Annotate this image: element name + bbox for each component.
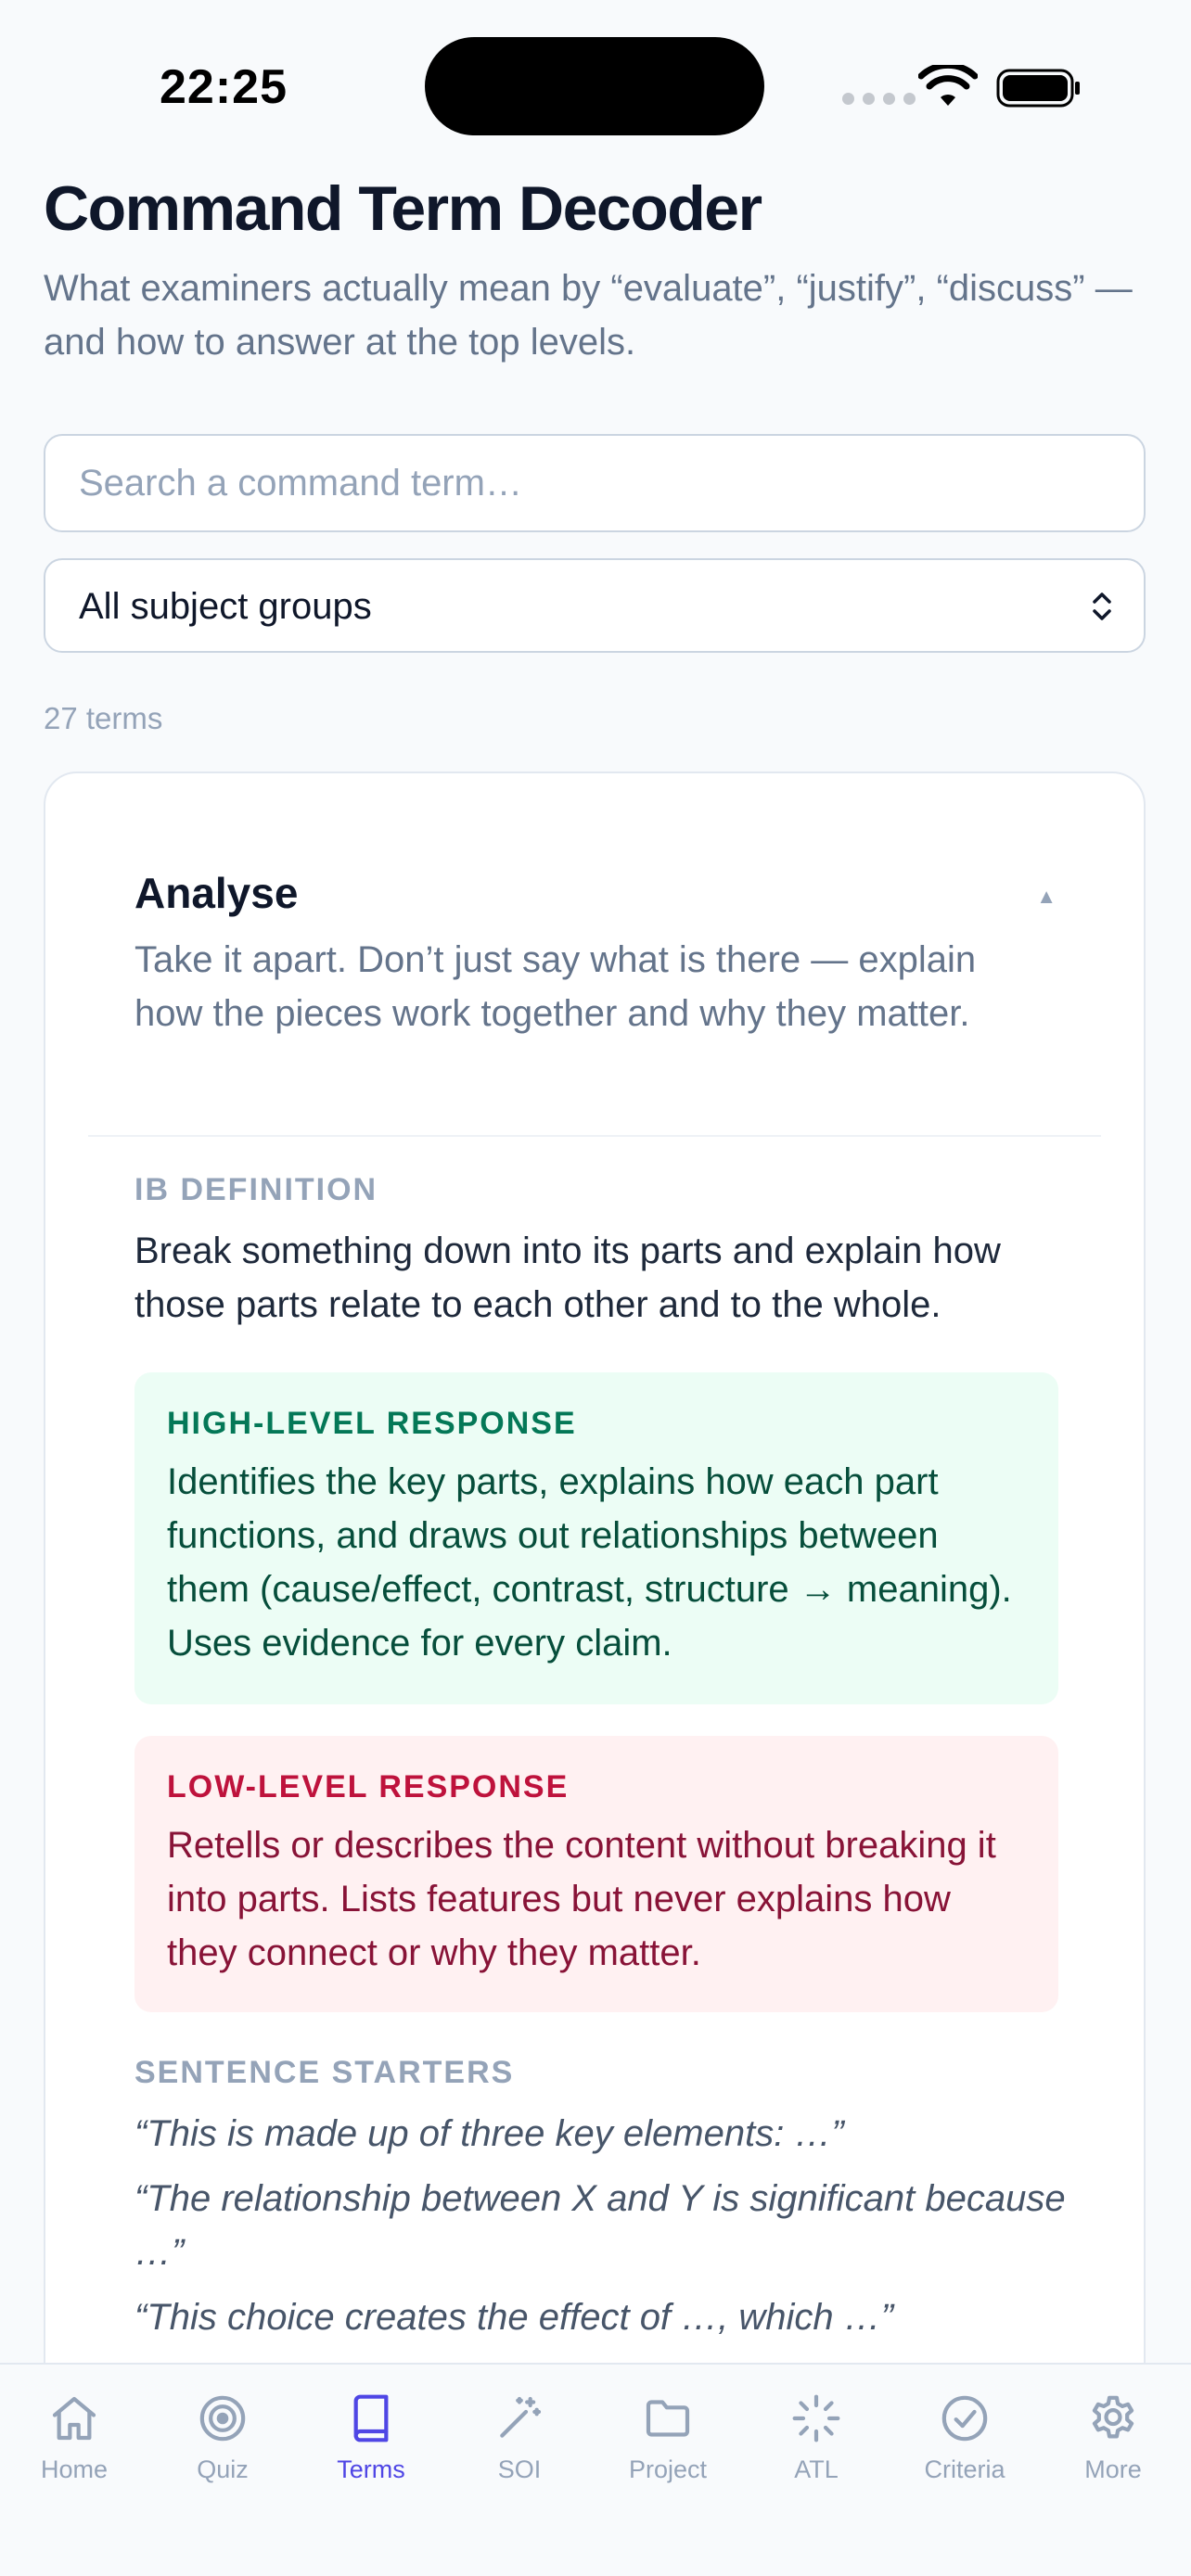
high-level-response-box: HIGH-LEVEL RESPONSE Identifies the key p… — [134, 1372, 1058, 1704]
tab-atl[interactable]: ATL — [742, 2392, 890, 2484]
definition-label: IB DEFINITION — [134, 1172, 378, 1207]
page-title: Command Term Decoder — [44, 173, 762, 244]
battery-icon — [996, 69, 1080, 108]
sentence-starters-label: SENTENCE STARTERS — [134, 2055, 515, 2090]
gear-icon — [1092, 2395, 1134, 2439]
divider — [88, 1135, 1101, 1137]
term-definition: Break something down into its parts and … — [134, 1231, 1001, 1325]
check-circle-icon — [941, 2395, 988, 2442]
tab-label: More — [1084, 2455, 1142, 2483]
wifi-icon — [918, 65, 978, 106]
target-icon — [199, 2395, 246, 2442]
tab-label: ATL — [794, 2455, 839, 2483]
sentence-starters-list: “This is made up of three key elements: … — [134, 2107, 1071, 2355]
tab-home[interactable]: Home — [0, 2392, 148, 2484]
dynamic-island — [425, 37, 764, 135]
tab-soi[interactable]: SOI — [445, 2392, 594, 2484]
loader-icon — [792, 2394, 840, 2442]
term-card: Analyse Take it apart. Don’t just say wh… — [44, 772, 1146, 2441]
tab-quiz[interactable]: Quiz — [148, 2392, 297, 2484]
tab-label: Terms — [337, 2455, 405, 2483]
tab-label: Home — [40, 2455, 109, 2483]
tab-label: Project — [628, 2455, 708, 2483]
collapse-arrow-icon[interactable]: ▲ — [1036, 885, 1057, 909]
tab-more[interactable]: More — [1039, 2392, 1187, 2484]
chevron-up-down-icon — [1093, 593, 1111, 620]
term-card-header[interactable]: Analyse Take it apart. Don’t just say wh… — [45, 773, 1144, 1135]
status-time: 22:25 — [160, 60, 288, 114]
term-summary: Take it apart. Don’t just say what is th… — [134, 939, 977, 1034]
cellular-signal-icon — [842, 93, 916, 105]
high-level-label: HIGH-LEVEL RESPONSE — [167, 1406, 577, 1441]
book-icon — [353, 2394, 389, 2442]
magic-wand-icon — [500, 2396, 542, 2438]
select-value: All subject groups — [79, 586, 372, 627]
low-level-text: Retells or describes the content without… — [167, 1825, 996, 1973]
page-subtitle: What examiners actually mean by “evaluat… — [44, 268, 1133, 363]
tab-label: Criteria — [924, 2455, 1005, 2483]
low-level-label: LOW-LEVEL RESPONSE — [167, 1769, 570, 1804]
home-icon — [52, 2396, 96, 2441]
tab-criteria[interactable]: Criteria — [890, 2392, 1039, 2484]
term-count: 27 terms — [44, 701, 163, 735]
search-input[interactable] — [44, 434, 1146, 532]
sentence-starter: “This choice creates the effect of …, wh… — [134, 2297, 894, 2338]
term-name: Analyse — [134, 869, 299, 917]
sentence-starter: “This is made up of three key elements: … — [134, 2113, 844, 2154]
sentence-starter: “The relationship between X and Y is sig… — [134, 2178, 1066, 2273]
subject-group-select[interactable]: All subject groups — [44, 558, 1146, 653]
tab-project[interactable]: Project — [594, 2392, 742, 2484]
bottom-tab-bar: Home Quiz Terms SOI Project ATL Criteria… — [0, 2363, 1191, 2576]
status-bar: 22:25 — [0, 0, 1191, 176]
high-level-text: Identifies the key parts, explains how e… — [167, 1461, 1012, 1664]
low-level-response-box: LOW-LEVEL RESPONSE Retells or describes … — [134, 1736, 1058, 2012]
folder-icon — [646, 2400, 690, 2437]
tab-label: SOI — [497, 2455, 542, 2483]
tab-terms[interactable]: Terms — [297, 2392, 445, 2484]
tab-label: Quiz — [197, 2455, 249, 2483]
